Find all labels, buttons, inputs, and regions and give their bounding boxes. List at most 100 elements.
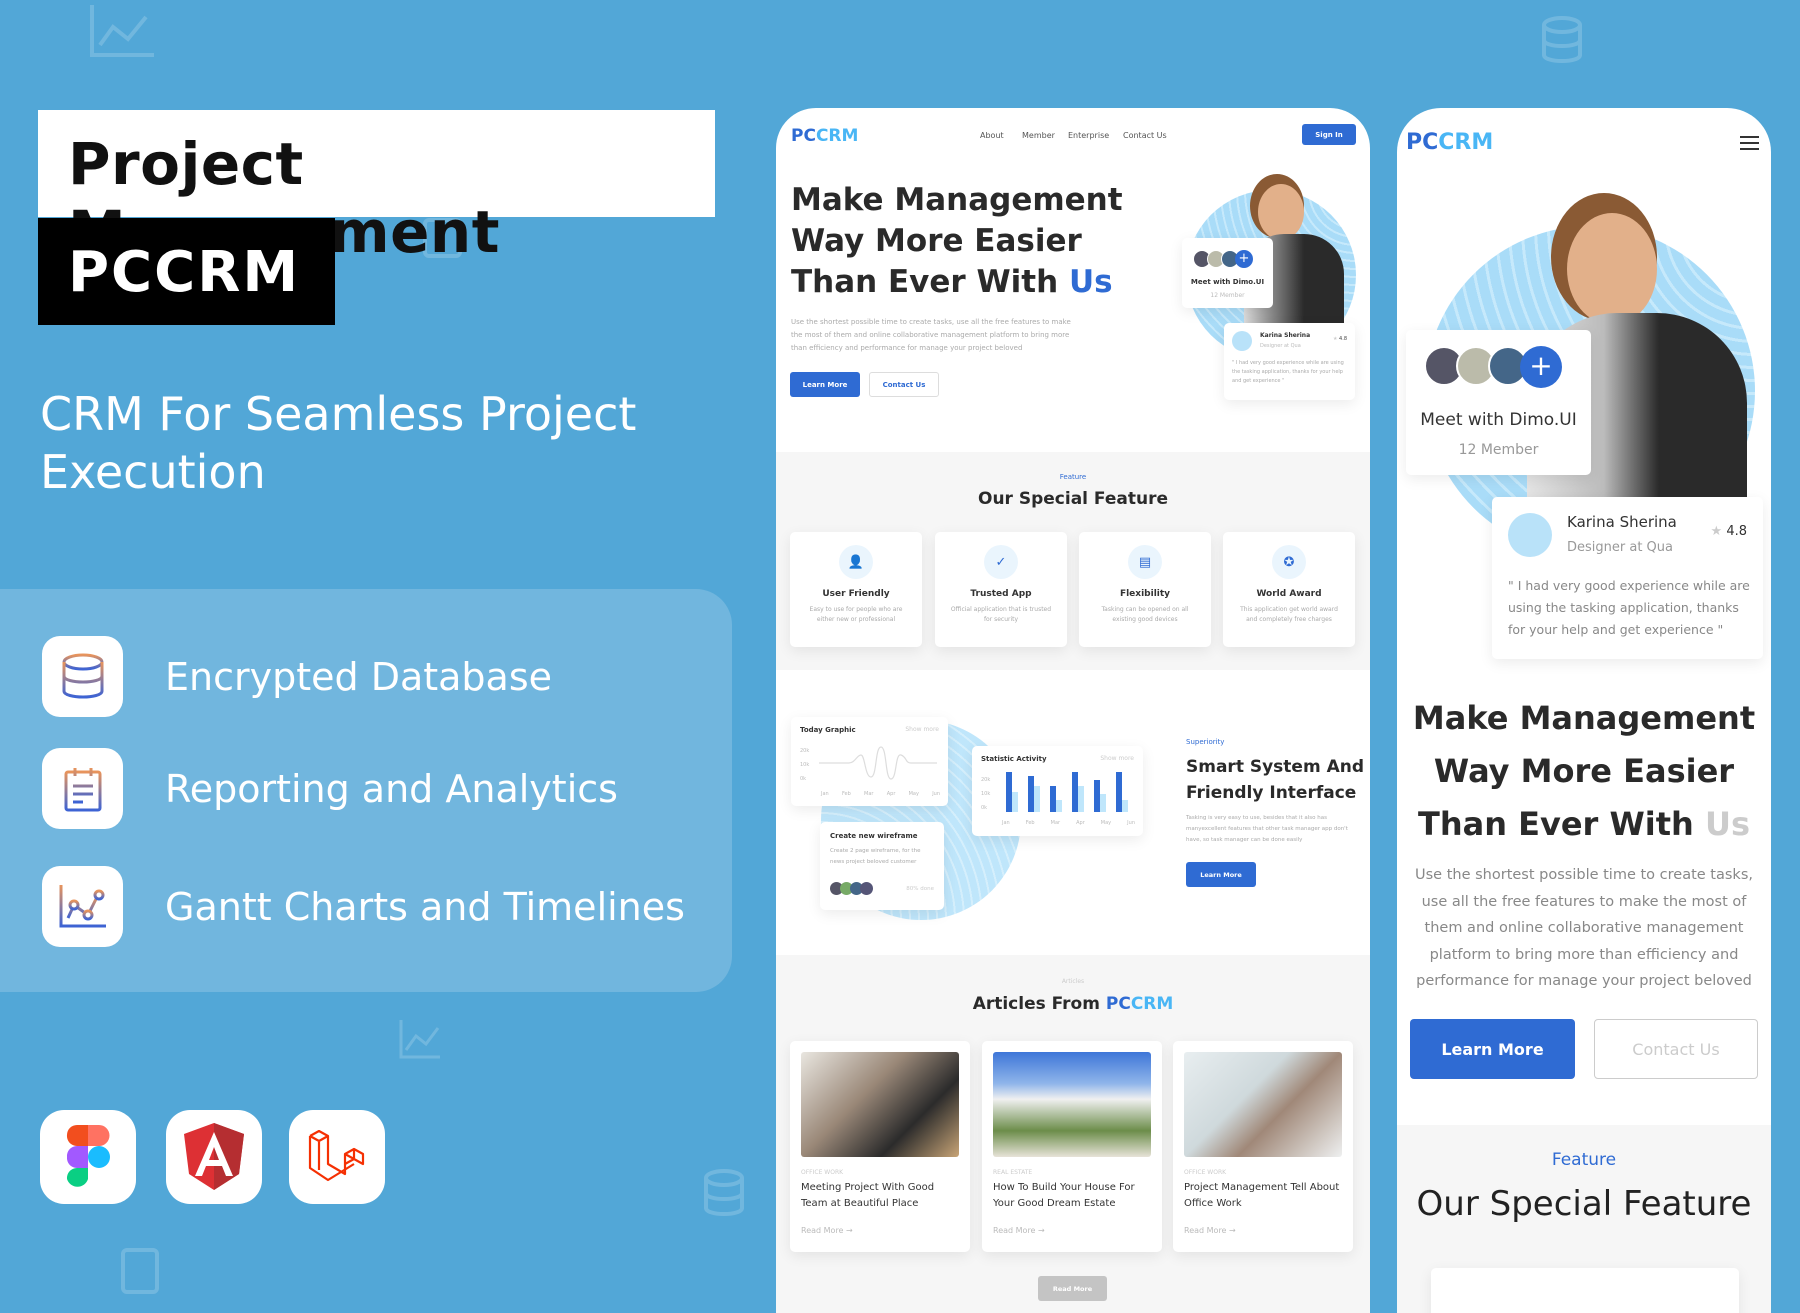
article-card[interactable]: REAL ESTATE How To Build Your House For Y…	[982, 1041, 1162, 1252]
bar-dark	[1094, 780, 1100, 812]
read-more-link[interactable]: Read More →	[1184, 1226, 1342, 1235]
avatar-group	[830, 882, 873, 895]
chart-icon	[399, 1020, 440, 1059]
bar-light	[1034, 786, 1040, 812]
rating: ★ 4.8	[1332, 336, 1347, 342]
card-title: Today Graphic	[800, 726, 856, 734]
database-icon	[42, 636, 123, 717]
today-graphic-card: Today Graphic Show more 20k 10k 0k Jan Feb M…	[791, 717, 948, 806]
hero-heading: Make Management Way More Easier Than Eve…	[791, 182, 1123, 300]
add-member-icon[interactable]: +	[1235, 250, 1253, 268]
article-image	[801, 1052, 959, 1157]
show-more-link[interactable]: Show more	[905, 726, 939, 733]
bar-dark	[1028, 776, 1034, 812]
feature-card: ✪ World Award This application get world a…	[1223, 532, 1355, 647]
feature-label: Gantt Charts and Timelines	[165, 884, 685, 929]
feature-card: 👤 User Friendly Easy to use for people who…	[790, 532, 922, 647]
meet-sub: 12 Member	[1458, 442, 1539, 458]
bar-dark	[1072, 772, 1078, 812]
feature-item: Gantt Charts and Timelines	[42, 866, 685, 947]
nav-contact[interactable]: Contact Us	[1123, 131, 1167, 140]
read-more-button[interactable]: Read More	[1038, 1276, 1107, 1301]
card-title: Statistic Activity	[981, 755, 1047, 763]
learn-more-button[interactable]: Learn More	[1186, 862, 1256, 887]
hero-heading: Make Management Way More Easier Than Eve…	[1412, 699, 1756, 843]
review-card: Karina Sherina Designer at Qua ★ 4.8 " I…	[1492, 497, 1763, 659]
show-more-link[interactable]: Show more	[1100, 755, 1134, 762]
statistic-card: Statistic Activity Show more 20k 10k 0k Ja…	[972, 746, 1143, 836]
review-quote: " I had very good experience while are u…	[1232, 360, 1344, 384]
nav-about[interactable]: About	[980, 131, 1004, 140]
superiority-paragraph: Tasking is very easy to use, besides tha…	[1186, 815, 1348, 843]
article-card[interactable]: OFFICE WORK Meeting Project With Good Tea…	[790, 1041, 970, 1252]
bar-dark	[1006, 772, 1012, 812]
feature-card: ✓ Trusted App Official application that is…	[935, 532, 1067, 647]
contact-us-button[interactable]: Contact Us	[869, 372, 939, 397]
y-ticks: 20k 10k 0k	[800, 748, 810, 782]
laravel-logo	[289, 1110, 385, 1204]
award-icon: ✪	[1272, 545, 1306, 579]
feature-title: Our Special Feature	[1416, 1184, 1752, 1224]
promo-title: Project Management	[38, 110, 715, 266]
wireframe-task-card: Create new wireframe Create 2 page wiref…	[820, 822, 944, 910]
x-ticks: Jan Feb Mar Apr May Jun	[1002, 820, 1135, 826]
review-quote: " I had very good experience while are u…	[1508, 578, 1750, 637]
superiority-title: Smart System And Friendly Interface	[1186, 757, 1365, 803]
chart-icon	[90, 5, 154, 57]
hero-paragraph: Use the shortest possible time to create…	[791, 318, 1071, 352]
read-more-link[interactable]: Read More →	[801, 1226, 959, 1235]
bar-light	[1122, 800, 1128, 812]
avatar	[1232, 331, 1252, 351]
avatar	[1508, 513, 1552, 557]
meet-sub: 12 Member	[1210, 292, 1245, 299]
rating: ★ 4.8	[1710, 524, 1747, 539]
sign-in-button[interactable]: Sign In	[1302, 124, 1356, 145]
bar-light	[1012, 792, 1018, 812]
hero-paragraph: Use the shortest possible time to create…	[1415, 867, 1753, 989]
article-image	[993, 1052, 1151, 1157]
review-name: Karina Sherina	[1260, 332, 1311, 339]
wave-line	[819, 746, 937, 780]
desktop-mockup: PCCRM About Member Enterprise Contact Us…	[776, 108, 1370, 1313]
mobile-mockup: PCCRM + Meet with Dimo.UI 12 Member Kari…	[1397, 108, 1771, 1313]
nav-enterprise[interactable]: Enterprise	[1068, 131, 1109, 140]
clipboard-report-icon	[42, 748, 123, 829]
task-desc: Create 2 page wireframe, for the news pr…	[830, 848, 921, 865]
article-image	[1184, 1052, 1342, 1157]
users-icon: 👤	[839, 545, 873, 579]
database-icon	[1542, 16, 1582, 63]
contact-us-button[interactable]: Contact Us	[1594, 1019, 1758, 1079]
review-name: Karina Sherina	[1567, 513, 1677, 531]
star-icon: ★	[1332, 336, 1338, 342]
meet-card: + Meet with Dimo.UI 12 Member	[1182, 238, 1273, 308]
feature-eyebrow: Feature	[1551, 1150, 1617, 1170]
hamburger-menu-icon[interactable]	[1740, 136, 1759, 150]
promo-brand: PCCRM	[38, 218, 335, 325]
line-chart-icon	[42, 866, 123, 947]
logo[interactable]: PCCRM	[791, 126, 858, 146]
figma-logo	[40, 1110, 136, 1204]
meet-title: Meet with Dimo.UI	[1420, 410, 1577, 430]
add-member-icon[interactable]: +	[1520, 346, 1562, 388]
superiority-eyebrow: Superiority	[1186, 738, 1225, 746]
learn-more-button[interactable]: Learn More	[790, 372, 860, 397]
feature-card	[1431, 1268, 1739, 1313]
avatar-group: +	[1424, 346, 1562, 388]
feature-eyebrow: Feature	[1059, 473, 1087, 481]
clipboard-icon	[121, 1248, 159, 1294]
logo[interactable]: PCCRM	[1406, 130, 1493, 155]
task-title: Create new wireframe	[830, 832, 918, 840]
nav-member[interactable]: Member	[1022, 131, 1055, 140]
x-ticks: Jan Feb Mar Apr May Jun	[821, 791, 940, 797]
review-role: Designer at Qua	[1567, 540, 1673, 555]
feature-title: Our Special Feature	[978, 489, 1168, 509]
feature-label: Reporting and Analytics	[165, 766, 618, 811]
avatar-group: +	[1193, 250, 1253, 268]
promo-subtitle: CRM For Seamless Project Execution	[40, 387, 637, 499]
read-more-link[interactable]: Read More →	[993, 1226, 1151, 1235]
database-icon	[704, 1169, 744, 1216]
meet-title: Meet with Dimo.UI	[1190, 278, 1265, 286]
learn-more-button[interactable]: Learn More	[1410, 1019, 1575, 1079]
article-card[interactable]: OFFICE WORK Project Management Tell About…	[1173, 1041, 1353, 1252]
articles-title: Articles From PCCRM	[972, 994, 1174, 1014]
